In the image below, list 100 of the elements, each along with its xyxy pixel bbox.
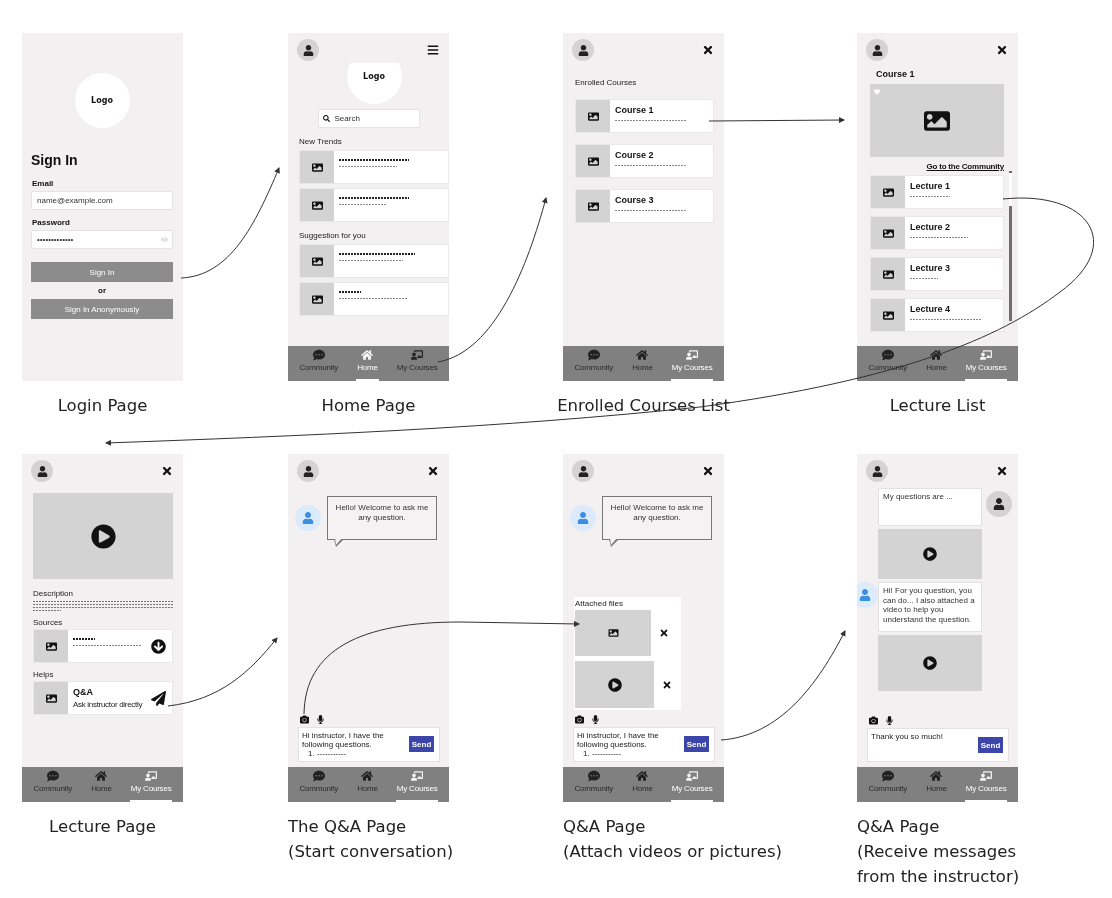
video-thumbnail[interactable] [575,661,654,708]
chat-bubble-icon [881,349,894,361]
profile-avatar[interactable] [866,39,888,61]
list-card[interactable]: Course 2 [575,144,714,178]
list-card[interactable]: Lecture 1 [870,175,1004,209]
close-button[interactable] [427,465,439,477]
nav-tab[interactable]: Home [90,767,113,802]
image-icon [607,628,619,638]
placeholder-line [615,210,687,211]
play-icon[interactable] [923,656,937,670]
profile-avatar[interactable] [866,460,888,482]
close-icon[interactable] [659,628,669,638]
profile-avatar[interactable] [572,460,594,482]
close-button[interactable] [161,465,173,477]
close-button[interactable] [996,465,1008,477]
close-button[interactable] [996,44,1008,56]
close-button[interactable] [702,465,714,477]
image-icon [311,293,323,305]
field-label: Password [32,218,71,227]
placeholder-line [910,196,950,197]
nav-tab[interactable]: My Courses [964,346,1008,381]
section-title: Sources [33,618,64,627]
nav-tab[interactable]: Community [298,346,340,381]
profile-avatar[interactable] [572,39,594,61]
image-icon [882,268,894,280]
email-field[interactable]: name@example.com [31,191,173,210]
nav-tab[interactable]: Home [631,767,654,802]
list-card[interactable] [299,188,449,222]
card-title: Course 3 [615,195,655,205]
camera-icon[interactable] [575,715,584,724]
video-thumbnail[interactable] [878,635,982,691]
card-title: Lecture 2 [910,222,952,232]
nav-tab[interactable]: Community [573,346,615,381]
nav-tab[interactable]: Home [356,346,379,381]
send-button[interactable]: Send [684,736,709,752]
nav-tab[interactable]: My Courses [129,767,173,802]
send-button[interactable]: Send [978,737,1003,753]
message-field[interactable]: Thank you so much! Send [867,728,1009,762]
nav-tab[interactable]: Community [32,767,74,802]
nav-tab[interactable]: My Courses [964,767,1008,802]
sign-in-button[interactable]: Sign In [31,262,173,282]
list-card[interactable] [33,629,173,663]
list-card[interactable]: Lecture 3 [870,257,1004,291]
play-icon[interactable] [923,547,937,561]
nav-tab[interactable]: My Courses [670,767,714,802]
anonymous-sign-in-button[interactable]: Sign In Anonymously [31,299,173,319]
nav-tab[interactable]: Community [298,767,340,802]
placeholder-line [910,278,938,279]
profile-avatar[interactable] [297,460,319,482]
microphone-icon[interactable] [591,715,600,724]
play-icon[interactable] [607,677,622,692]
send-icon[interactable] [151,690,166,706]
menu-button[interactable] [427,44,439,56]
logo: Logo [74,73,130,128]
profile-avatar[interactable] [297,39,319,61]
close-icon[interactable] [662,679,672,690]
instructor-avatar [295,505,321,531]
nav-tab[interactable]: Home [925,767,948,802]
list-card[interactable]: Course 3 [575,189,714,223]
camera-icon[interactable] [869,716,878,725]
nav-tab[interactable]: Community [867,767,909,802]
close-button[interactable] [702,44,714,56]
list-card[interactable]: Lecture 2 [870,216,1004,250]
section-title: New Trends [299,137,343,146]
separator-text: or [97,286,107,295]
message-field[interactable]: Hi instructor, I have the following questions. 1. ----------- Send [573,727,715,762]
video-thumbnail[interactable] [878,529,982,579]
image-icon [311,255,323,267]
nav-tab[interactable]: Home [925,346,948,381]
nav-tab[interactable]: My Courses [395,346,439,381]
message-field[interactable]: Hi instructor, I have the following questions. 1. ----------- Send [298,727,440,762]
message-bubble: My questions are ... [878,488,982,526]
nav-tab[interactable]: Community [573,767,615,802]
message-text: Hi instructor, I have the following questions. 1. ----------- [577,731,660,758]
nav-tab[interactable]: My Courses [670,346,714,381]
list-card[interactable] [299,150,449,184]
search-field[interactable]: Search [317,109,420,128]
image-thumbnail[interactable] [575,610,651,656]
download-icon[interactable] [151,638,166,654]
microphone-icon[interactable] [885,716,894,725]
house-icon [361,770,374,782]
password-field[interactable]: ••••••••••••• [31,230,173,249]
list-card[interactable] [299,244,449,278]
microphone-icon[interactable] [316,715,325,724]
image-icon [882,309,894,321]
community-link[interactable]: Go to the Community [926,162,1004,171]
video-player[interactable] [33,493,173,579]
scrollbar[interactable] [1009,171,1012,321]
nav-tab[interactable]: My Courses [395,767,439,802]
profile-avatar[interactable] [31,460,53,482]
send-button[interactable]: Send [409,736,434,752]
nav-tab[interactable]: Home [356,767,379,802]
house-icon [636,770,649,782]
list-card[interactable]: Lecture 4 [870,298,1004,332]
list-card[interactable]: Q&A Ask instructor directly [33,681,173,715]
list-card[interactable]: Course 1 [575,99,714,133]
house-icon [636,349,649,361]
play-icon[interactable] [90,523,116,549]
nav-tab[interactable]: Home [631,346,654,381]
camera-icon[interactable] [300,715,309,724]
